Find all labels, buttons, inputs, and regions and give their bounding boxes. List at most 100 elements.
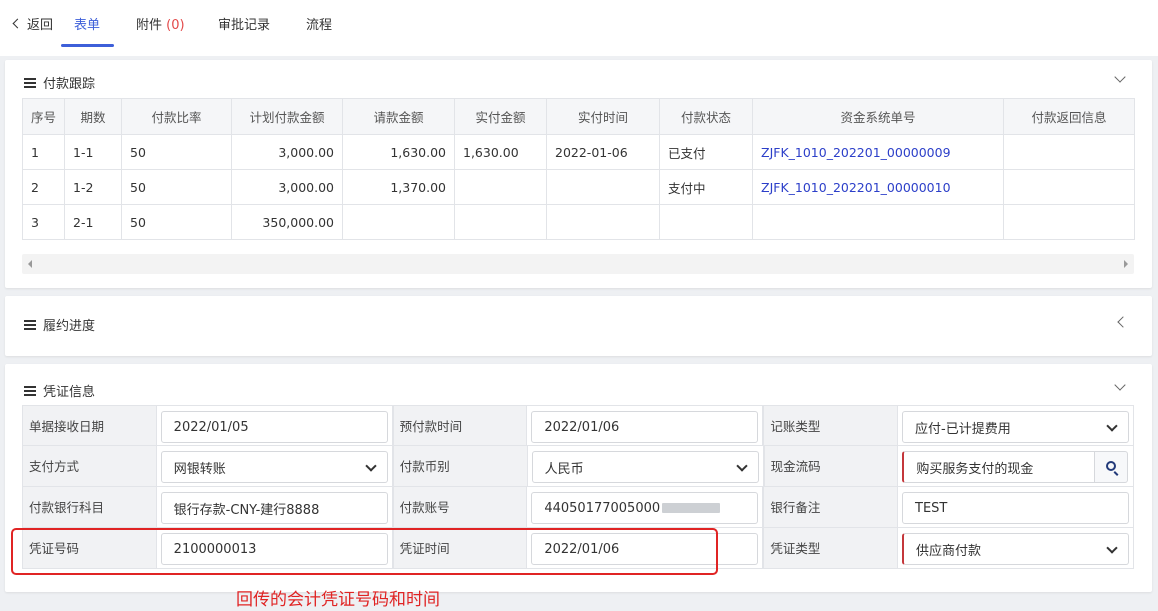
scroll-left-icon[interactable] [28, 260, 32, 268]
performance-header[interactable]: 履约进度 [24, 315, 95, 334]
account-type-select[interactable]: 应付-已计提费用 [902, 411, 1130, 443]
cell-paid [454, 204, 547, 240]
cell-period: 1-2 [64, 169, 122, 205]
field-label: 单据接收日期 [22, 406, 157, 445]
chevron-left-icon [12, 18, 23, 29]
panel-title: 履约进度 [43, 319, 96, 334]
tab-workflow[interactable]: 流程 [306, 14, 332, 33]
cell-period: 2-1 [64, 204, 122, 240]
cell-paid-time: 2022-01-06 [546, 134, 660, 170]
field-label: 记账类型 [763, 406, 899, 445]
cell-period: 1-1 [64, 134, 122, 170]
field-label: 付款银行科目 [22, 487, 157, 527]
column-header: 付款返回信息 [1003, 98, 1135, 135]
back-button[interactable]: 返回 [12, 14, 54, 33]
field-label: 付款账号 [392, 487, 528, 527]
cell-paid [454, 169, 547, 205]
column-header: 请款金额 [342, 98, 455, 135]
column-header: 付款状态 [659, 98, 753, 135]
pay-method-select[interactable]: 网银转账 [160, 451, 388, 483]
column-header: 期数 [64, 98, 122, 135]
panel-title: 付款跟踪 [43, 77, 96, 92]
form-row: 付款银行科目 银行存款-CNY-建行8888 付款账号 440501770050… [22, 487, 1135, 528]
menu-icon [24, 77, 36, 88]
cell-planned: 350,000.00 [231, 204, 343, 240]
cell-status: 已支付 [659, 134, 753, 170]
cell-status: 支付中 [659, 169, 753, 205]
cell-no: 2 [22, 169, 65, 205]
column-header: 实付金额 [454, 98, 547, 135]
cell-planned: 3,000.00 [231, 169, 343, 205]
menu-icon [24, 319, 36, 330]
payment-tracking-header[interactable]: 付款跟踪 [24, 73, 95, 92]
column-header: 付款比率 [121, 98, 232, 135]
cell-requested: 1,630.00 [342, 134, 455, 170]
tab-attachments[interactable]: 附件 (0) [136, 14, 185, 33]
currency-select[interactable]: 人民币 [531, 451, 759, 483]
column-header: 实付时间 [546, 98, 660, 135]
table-row: 1 1-1 50 3,000.00 1,630.00 1,630.00 2022… [22, 134, 1135, 170]
scroll-right-icon[interactable] [1124, 260, 1128, 268]
cell-planned: 3,000.00 [231, 134, 343, 170]
horizontal-scrollbar[interactable] [22, 254, 1134, 274]
bank-subject-input[interactable]: 银行存款-CNY-建行8888 [160, 492, 388, 524]
cell-paid: 1,630.00 [454, 134, 547, 170]
chevron-down-icon[interactable] [1114, 379, 1126, 391]
cell-return-info [1003, 204, 1135, 240]
table-row: 3 2-1 50 350,000.00 [22, 204, 1135, 240]
top-tab-bar: 返回 表单 附件 (0) 审批记录 流程 [0, 0, 1158, 56]
form-row: 支付方式 网银转账 付款币别 人民币 现金流码 购买服务支付的现金 [22, 446, 1135, 487]
bank-remark-input[interactable]: TEST [902, 492, 1130, 524]
redaction-mask [662, 503, 721, 513]
fund-number-link[interactable]: ZJFK_1010_202201_00000010 [752, 169, 1004, 205]
field-label: 支付方式 [22, 446, 157, 486]
tab-approval-records[interactable]: 审批记录 [218, 14, 270, 33]
prepay-time-input[interactable]: 2022/01/06 [531, 411, 759, 443]
cell-ratio: 50 [121, 169, 232, 205]
chevron-left-icon[interactable] [1117, 316, 1129, 328]
cell-ratio: 50 [121, 134, 232, 170]
fund-number-link[interactable] [752, 204, 1004, 240]
cell-requested: 1,370.00 [342, 169, 455, 205]
attachment-count: (0) [166, 18, 185, 33]
back-label: 返回 [27, 18, 54, 33]
field-label: 现金流码 [763, 446, 899, 486]
fund-number-link[interactable]: ZJFK_1010_202201_00000009 [752, 134, 1004, 170]
voucher-header[interactable]: 凭证信息 [24, 381, 95, 400]
active-tab-indicator [61, 44, 114, 47]
field-label: 凭证类型 [763, 528, 899, 568]
field-label: 付款币别 [392, 446, 528, 486]
tab-form[interactable]: 表单 [74, 14, 100, 33]
form-row: 单据接收日期 2022/01/05 预付款时间 2022/01/06 记账类型 … [22, 405, 1135, 446]
table-header-row: 序号 期数 付款比率 计划付款金额 请款金额 实付金额 实付时间 付款状态 资金… [22, 98, 1135, 135]
cash-flow-input[interactable]: 购买服务支付的现金 [902, 451, 1095, 483]
cell-paid-time [546, 204, 660, 240]
cell-paid-time [546, 169, 660, 205]
account-number-input[interactable]: 44050177005000 [531, 492, 759, 524]
field-label: 银行备注 [763, 487, 899, 527]
cell-return-info [1003, 169, 1135, 205]
panel-title: 凭证信息 [43, 385, 96, 400]
cell-requested [342, 204, 455, 240]
search-icon [1106, 461, 1117, 471]
table-row: 2 1-2 50 3,000.00 1,370.00 支付中 ZJFK_1010… [22, 169, 1135, 205]
performance-panel: 履约进度 [5, 296, 1152, 356]
highlight-box [11, 528, 718, 575]
voucher-type-select[interactable]: 供应商付款 [902, 533, 1130, 565]
column-header: 序号 [22, 98, 65, 135]
menu-icon [24, 385, 36, 396]
annotation-text: 回传的会计凭证号码和时间 [236, 590, 440, 610]
cell-status [659, 204, 753, 240]
chevron-down-icon[interactable] [1114, 71, 1126, 83]
cell-no: 3 [22, 204, 65, 240]
column-header: 计划付款金额 [231, 98, 343, 135]
cash-flow-search-button[interactable] [1094, 451, 1129, 483]
account-number-value: 44050177005000 [544, 500, 661, 516]
column-header: 资金系统单号 [752, 98, 1004, 135]
payment-table: 序号 期数 付款比率 计划付款金额 请款金额 实付金额 实付时间 付款状态 资金… [22, 98, 1135, 240]
receive-date-input[interactable]: 2022/01/05 [160, 411, 388, 443]
field-label: 预付款时间 [392, 406, 528, 445]
cell-ratio: 50 [121, 204, 232, 240]
cell-no: 1 [22, 134, 65, 170]
cell-return-info [1003, 134, 1135, 170]
